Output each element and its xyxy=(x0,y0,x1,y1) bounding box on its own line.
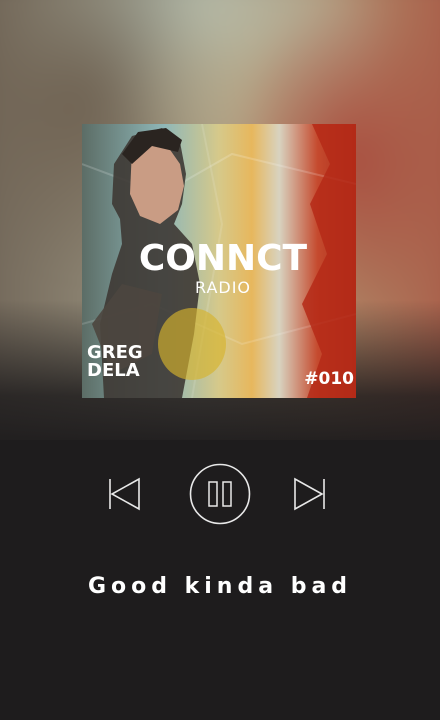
skip-next-icon[interactable] xyxy=(292,476,328,512)
skip-previous-icon[interactable] xyxy=(106,476,142,512)
artist-name-line-2: DELA xyxy=(87,360,140,381)
track-title: Good kinda bad xyxy=(87,574,353,599)
pause-icon xyxy=(208,481,232,507)
playback-controls xyxy=(0,460,440,530)
album-cover: CONNCT RADIO GREG DELA #010 xyxy=(82,124,356,398)
brand-subtitle: RADIO xyxy=(194,278,252,297)
brand-wordmark: CONNCT xyxy=(138,238,308,279)
pause-button[interactable] xyxy=(188,462,252,526)
artist-name: GREG DELA xyxy=(87,344,147,380)
episode-number: #010 xyxy=(304,369,354,389)
